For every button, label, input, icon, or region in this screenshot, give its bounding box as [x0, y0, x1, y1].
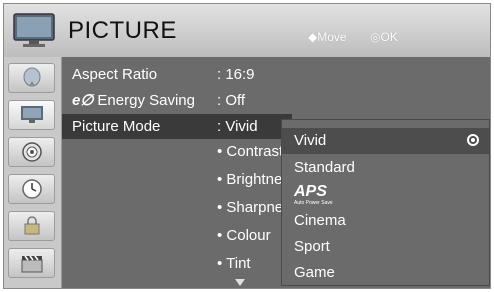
aspect-ratio-value: : 16:9	[217, 66, 255, 83]
option-standard[interactable]: Standard	[282, 155, 489, 181]
aspect-ratio-label: Aspect Ratio	[72, 66, 158, 83]
menu-row-aspect-ratio[interactable]: Aspect Ratio : 16:9	[62, 62, 492, 87]
scroll-down-arrow-icon[interactable]	[235, 279, 245, 286]
option-aps[interactable]: APS Auto Power Save	[282, 181, 489, 207]
menu-row-picture-mode[interactable]: Picture Mode : Vivid	[62, 114, 292, 139]
picture-mode-dropdown: Vivid Standard APS Auto Power Save Cinem…	[281, 119, 490, 286]
sidebar-item-lock[interactable]	[8, 211, 55, 241]
monitor-icon	[20, 106, 43, 123]
ok-circle-icon: ◎	[370, 30, 381, 44]
aps-logo: APS	[294, 183, 327, 200]
picture-mode-value: : Vivid	[217, 118, 258, 135]
sub-item-contrast[interactable]: • Contrast	[217, 143, 283, 160]
lock-icon	[24, 216, 39, 235]
option-sport[interactable]: Sport	[282, 234, 489, 260]
clapperboard-icon	[21, 255, 42, 273]
energy-saving-icon: e∅	[72, 92, 94, 109]
option-game[interactable]: Game	[282, 260, 489, 286]
satellite-dish-icon	[23, 67, 40, 87]
picture-mode-label: Picture Mode	[72, 118, 161, 135]
radio-selected-icon	[467, 134, 479, 146]
sidebar	[4, 57, 62, 288]
sidebar-item-picture[interactable]	[8, 100, 55, 130]
energy-saving-label-wrap: e∅ Energy Saving	[72, 88, 195, 113]
sub-item-brightness[interactable]: • Brightnes	[217, 171, 290, 188]
ok-hint: ◎OK	[370, 30, 398, 44]
sidebar-item-option[interactable]	[8, 248, 55, 278]
sidebar-item-setup[interactable]	[8, 63, 55, 93]
menu-row-energy-saving[interactable]: e∅ Energy Saving : Off	[62, 88, 492, 113]
energy-saving-value: : Off	[217, 92, 246, 109]
option-cinema[interactable]: Cinema	[282, 208, 489, 234]
aps-subtext: Auto Power Save	[294, 200, 333, 206]
move-hint: ◆Move	[308, 30, 347, 44]
move-arrows-icon: ◆	[308, 30, 318, 44]
sub-item-sharpness[interactable]: • Sharpnes	[217, 199, 291, 216]
clock-icon	[21, 179, 42, 199]
tv-icon	[13, 13, 55, 47]
sidebar-item-time[interactable]	[8, 174, 55, 204]
sub-item-tint[interactable]: • Tint	[217, 255, 251, 272]
sub-item-colour[interactable]: • Colour	[217, 227, 271, 244]
sidebar-item-audio[interactable]	[8, 137, 55, 167]
menu-header: PICTURE ◆Move ◎OK	[4, 4, 490, 58]
speaker-icon	[21, 142, 42, 162]
energy-saving-label: Energy Saving	[97, 92, 195, 109]
option-vivid[interactable]: Vivid	[282, 128, 489, 154]
page-title: PICTURE	[68, 17, 177, 44]
